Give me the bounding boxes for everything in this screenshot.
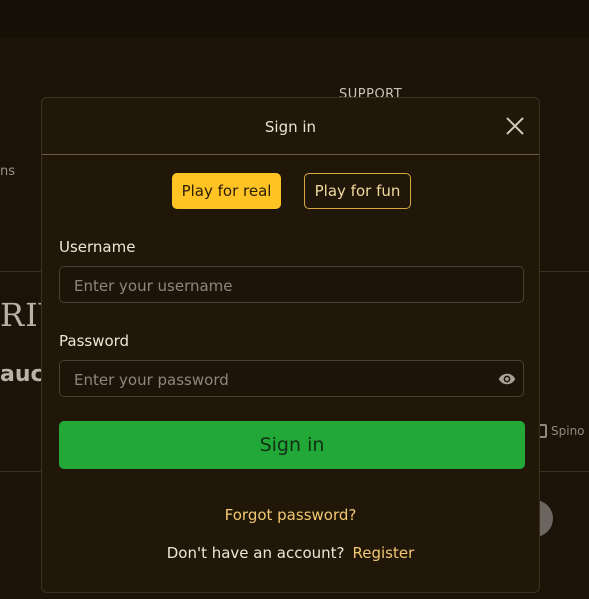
no-account-text: Don't have an account? <box>166 544 345 562</box>
register-prompt: Don't have an account? Register <box>42 544 539 562</box>
close-icon <box>506 117 524 135</box>
close-button[interactable] <box>504 115 526 137</box>
provider-logo-text: Spino <box>551 424 585 438</box>
background-top-bar <box>0 0 589 38</box>
modal-header: Sign in <box>42 98 539 155</box>
eye-icon[interactable] <box>497 370 517 388</box>
password-field-box <box>59 360 524 398</box>
username-label: Username <box>59 238 136 256</box>
username-input[interactable] <box>72 267 496 304</box>
forgot-password-link[interactable]: Forgot password? <box>42 506 539 524</box>
register-link[interactable]: Register <box>353 544 415 562</box>
sign-in-submit-button[interactable]: Sign in <box>59 421 525 469</box>
play-for-fun-button[interactable]: Play for fun <box>304 173 411 209</box>
sign-in-modal: Sign in Play for real Play for fun Usern… <box>41 97 540 593</box>
password-label: Password <box>59 332 130 350</box>
username-field-box <box>59 266 524 304</box>
background-provider-logo: Spino <box>536 424 585 438</box>
modal-title: Sign in <box>264 118 317 136</box>
background-partial-logo: auc <box>0 362 44 387</box>
play-for-real-button[interactable]: Play for real <box>172 173 281 209</box>
page: SUPPORT ns RIV auc Spino Sign in Play fo… <box>0 0 589 599</box>
background-partial-text: ns <box>0 164 16 179</box>
password-input[interactable] <box>72 361 496 398</box>
